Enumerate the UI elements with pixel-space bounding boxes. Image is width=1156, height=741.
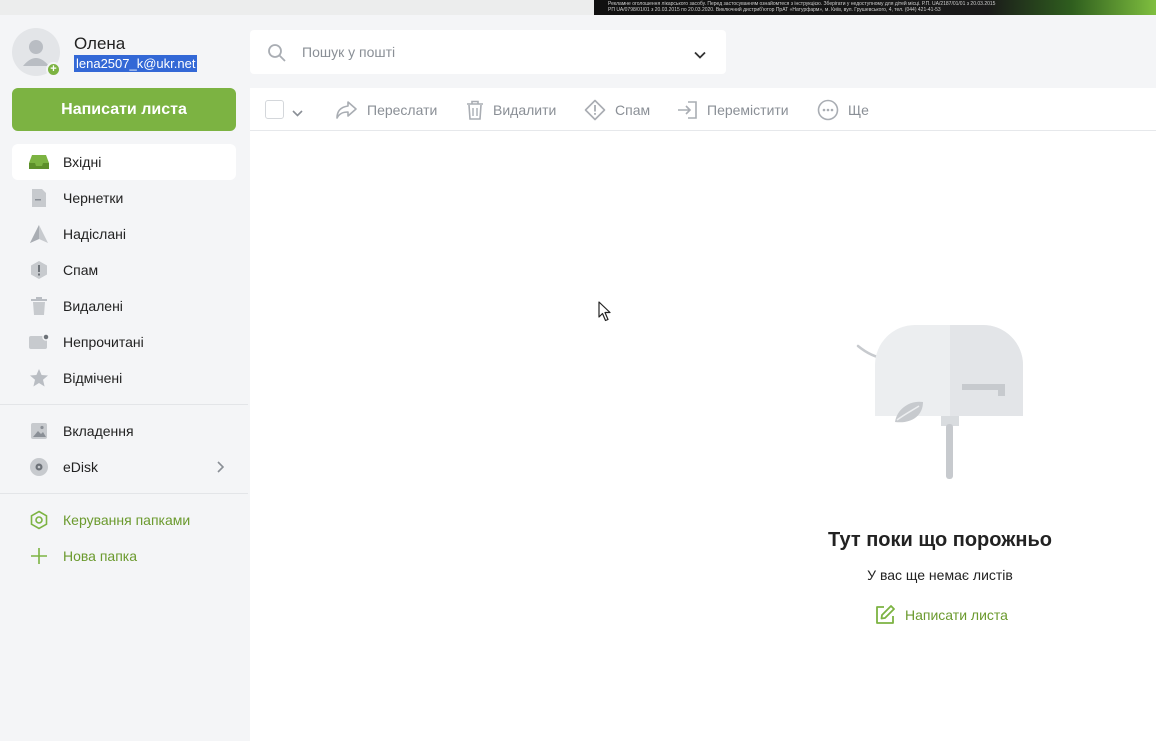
search-box[interactable] [250, 30, 726, 74]
sidebar-item-trash[interactable]: Видалені [12, 288, 236, 324]
search-input[interactable] [302, 42, 682, 62]
sidebar-item-flagged[interactable]: Відмічені [12, 360, 236, 396]
inbox-icon [28, 151, 50, 173]
empty-compose-link[interactable]: Написати листа [874, 603, 1008, 627]
sidebar-item-unread[interactable]: Непрочитані [12, 324, 236, 360]
disk-icon [28, 456, 50, 478]
sidebar-item-label: Надіслані [63, 226, 126, 242]
sidebar-item-drafts[interactable]: Чернетки [12, 180, 236, 216]
star-icon [28, 367, 50, 389]
add-avatar-icon[interactable]: + [46, 62, 61, 77]
sidebar-item-label: Відмічені [63, 370, 123, 386]
delete-label: Видалити [493, 102, 557, 118]
sidebar: + Олена lena2507_k@ukr.net Написати лист… [0, 15, 250, 741]
edit-icon [874, 604, 896, 626]
plus-icon [28, 545, 50, 567]
forward-label: Переслати [367, 102, 438, 118]
sidebar-item-spam[interactable]: Спам [12, 252, 236, 288]
sidebar-item-label: Чернетки [63, 190, 124, 206]
select-all-checkbox[interactable] [265, 100, 284, 119]
sidebar-item-label: Непрочитані [63, 334, 144, 350]
trash-icon [466, 100, 484, 120]
divider [0, 404, 248, 405]
move-label: Перемістити [707, 102, 789, 118]
more-button[interactable]: Ще [817, 98, 869, 122]
profile-name: Олена [74, 34, 126, 53]
sidebar-item-label: eDisk [63, 459, 99, 475]
sidebar-item-sent[interactable]: Надіслані [12, 216, 236, 252]
forward-button[interactable]: Переслати [335, 98, 437, 122]
empty-state-title: Тут поки що порожньо [828, 529, 1052, 551]
move-icon [676, 100, 698, 120]
profile-email: lena2507_k@ukr.net [74, 55, 198, 72]
ad-banner[interactable]: Рекламне оголошення лікарського засобу. … [594, 0, 1156, 15]
empty-state-subtitle: У вас ще немає листів [867, 567, 1013, 583]
sidebar-item-label: Спам [63, 262, 99, 278]
ad-text-line: РП UA/0798/01/01 з 20.03.2015 по 20.03.2… [608, 7, 941, 13]
sidebar-item-attachments[interactable]: Вкладення [12, 413, 236, 449]
new-folder-link[interactable]: Нова папка [12, 538, 236, 574]
profile-block: + Олена lena2507_k@ukr.net [12, 28, 242, 80]
folder-nav: Вхідні Чернетки Надіслані Спам Видалені [0, 144, 248, 574]
sidebar-item-label: Вкладення [63, 423, 134, 439]
sidebar-item-edisk[interactable]: eDisk [12, 449, 236, 485]
toolbar: Переслати Видалити Спам Перемістити Ще [250, 88, 1156, 131]
forward-icon [335, 100, 358, 120]
search-icon[interactable] [267, 43, 287, 68]
trash-icon [28, 295, 50, 317]
unread-icon [28, 331, 50, 353]
divider [0, 493, 248, 494]
sidebar-item-label: Видалені [63, 298, 123, 314]
delete-button[interactable]: Видалити [466, 98, 556, 122]
compose-button[interactable]: Написати листа [12, 88, 236, 131]
folder-settings-icon [28, 509, 50, 531]
sidebar-item-label: Вхідні [63, 154, 102, 170]
sidebar-item-inbox[interactable]: Вхідні [12, 144, 236, 180]
message-list-panel: Переслати Видалити Спам Перемістити Ще Т… [250, 88, 1156, 741]
image-icon [28, 420, 50, 442]
more-icon [817, 99, 839, 121]
spam-icon [584, 99, 606, 121]
chevron-down-icon[interactable] [292, 104, 303, 122]
manage-folders-label: Керування папками [63, 512, 191, 528]
spam-icon [28, 259, 50, 281]
draft-icon [28, 187, 50, 209]
manage-folders-link[interactable]: Керування папками [12, 502, 236, 538]
empty-mailbox-illustration [855, 320, 1030, 485]
empty-compose-label: Написати листа [905, 607, 1008, 623]
mouse-cursor-icon [598, 301, 612, 327]
more-label: Ще [848, 102, 869, 118]
new-folder-label: Нова папка [63, 548, 138, 564]
move-button[interactable]: Перемістити [676, 98, 789, 122]
sent-icon [28, 223, 50, 245]
spam-label: Спам [615, 102, 651, 118]
spam-button[interactable]: Спам [584, 98, 650, 122]
chevron-down-icon[interactable] [694, 46, 706, 64]
chevron-right-icon[interactable] [216, 460, 225, 476]
